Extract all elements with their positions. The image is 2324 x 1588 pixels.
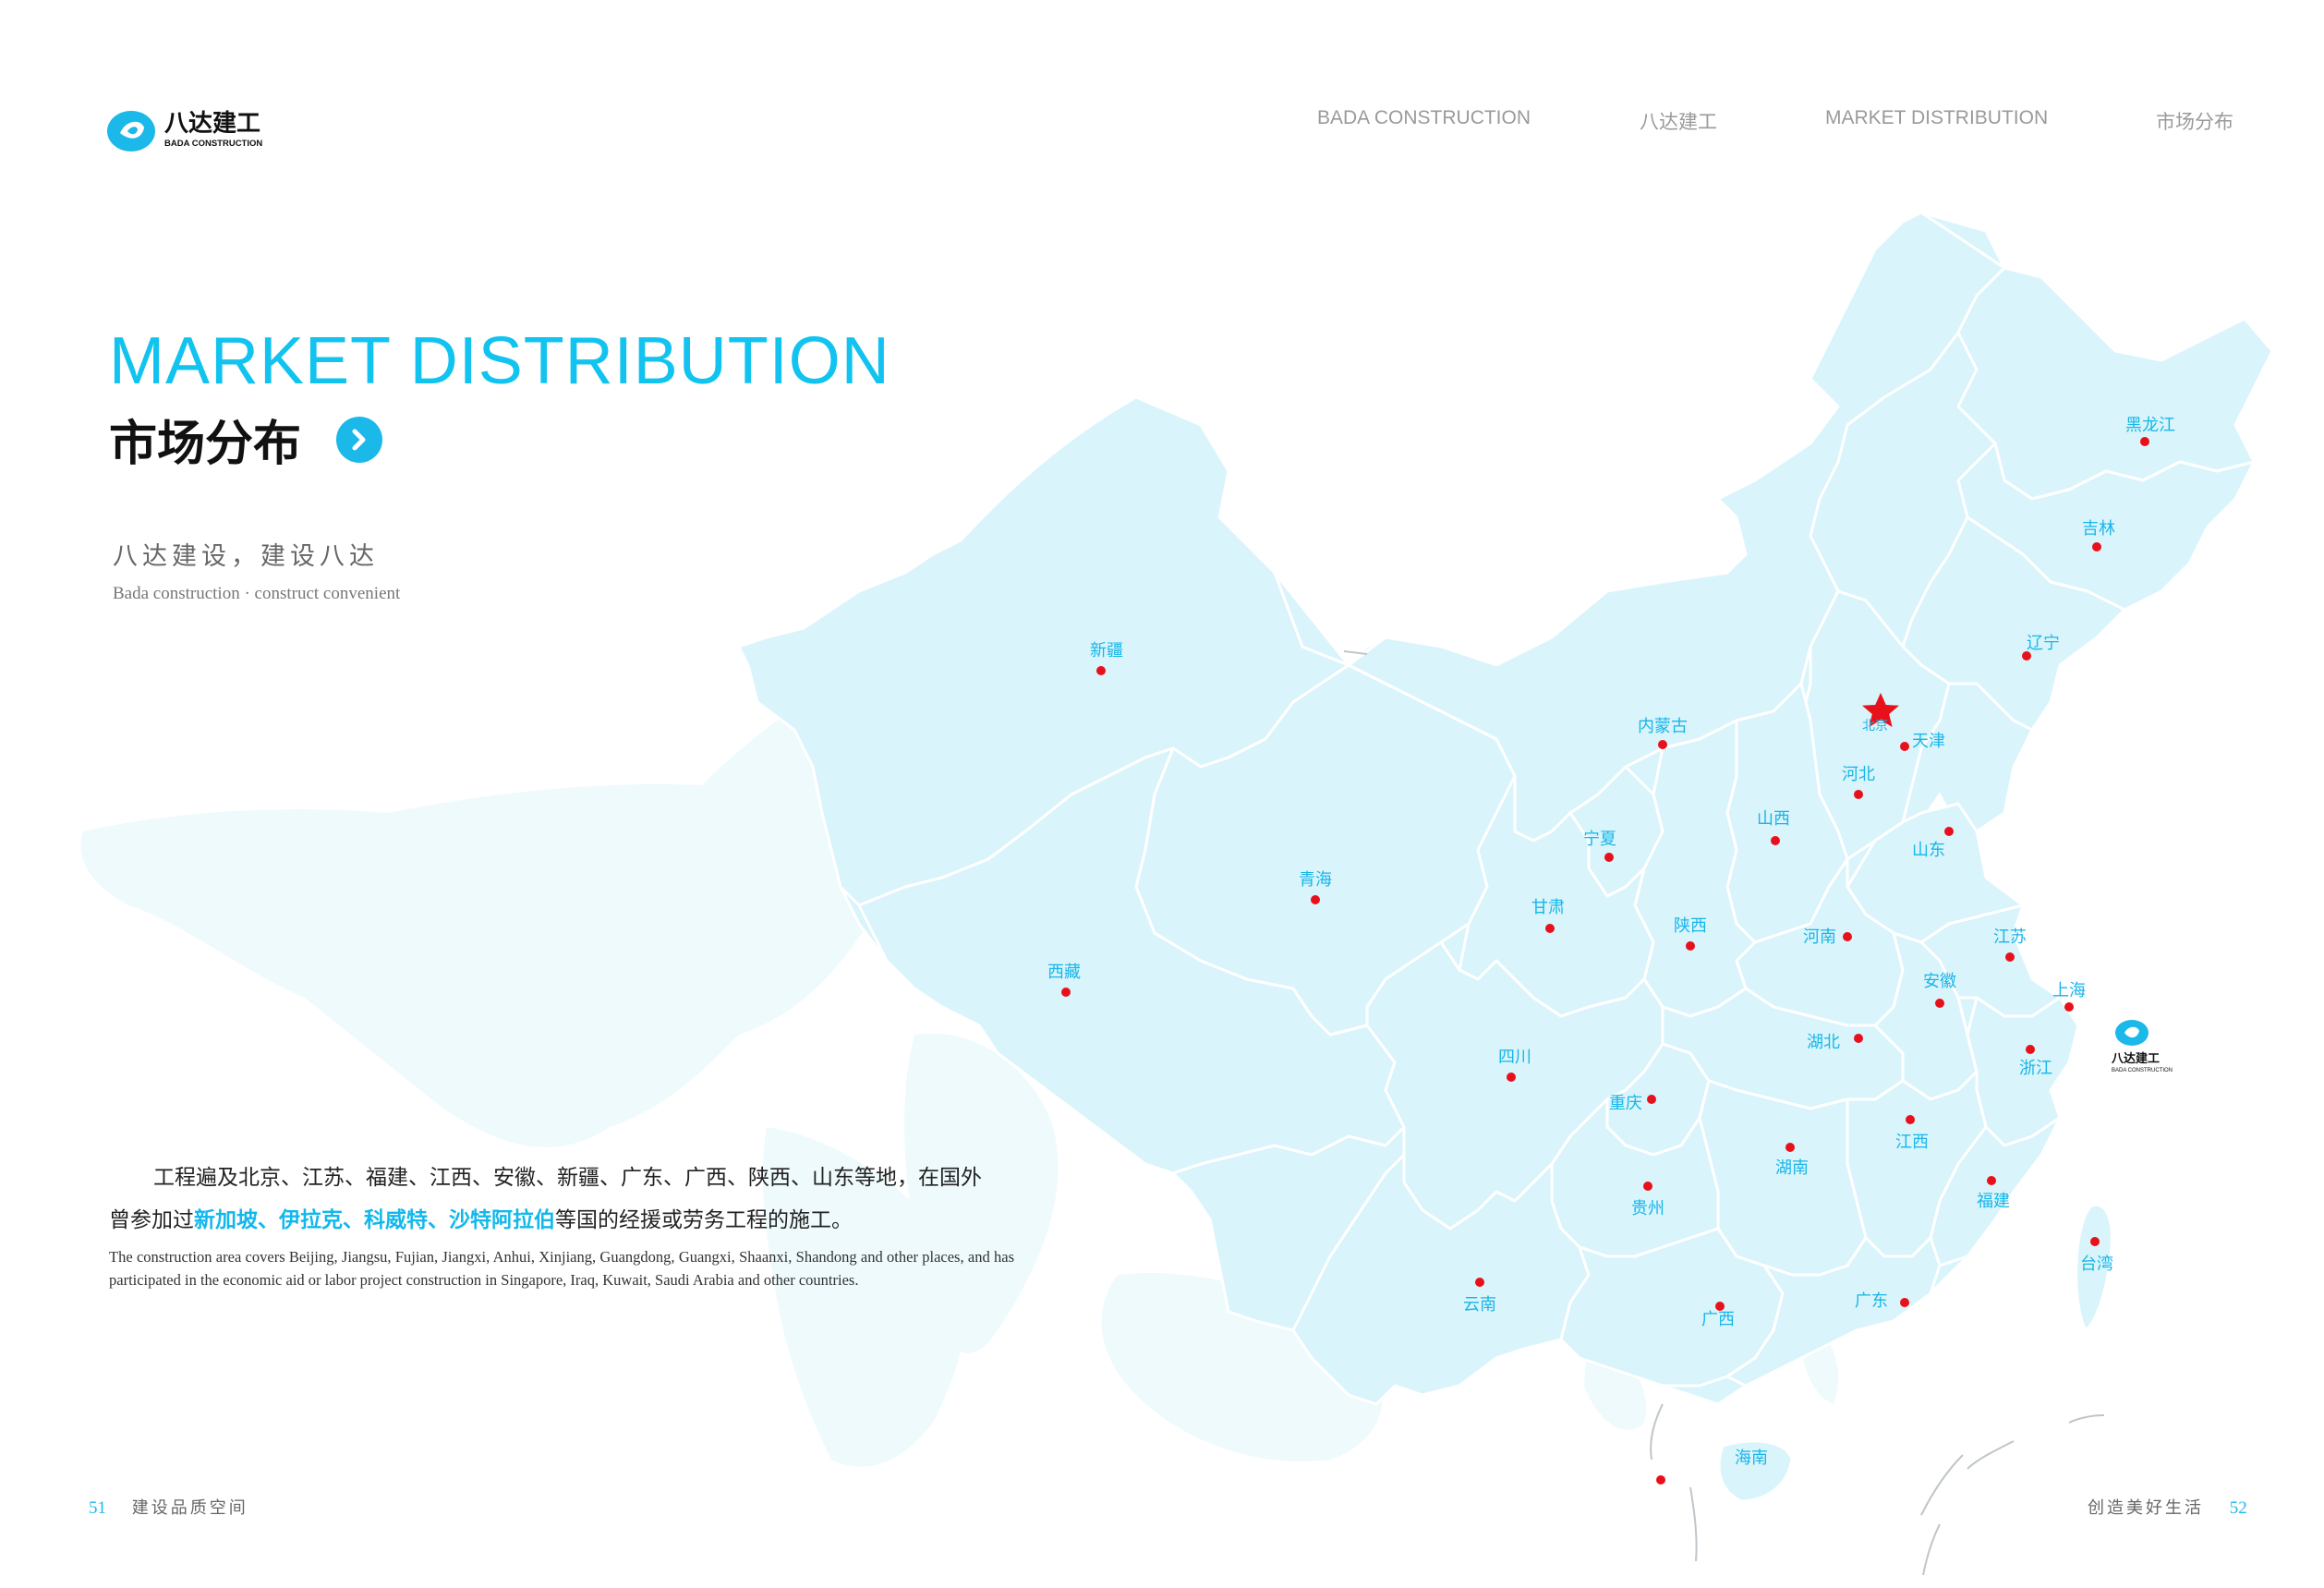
page-number-right: 52 xyxy=(2229,1498,2247,1518)
footer-right-text: 创造美好生活 xyxy=(2088,1498,2204,1518)
nav-market-cn[interactable]: 市场分布 xyxy=(2156,107,2233,135)
province-label: 浙江 xyxy=(2019,1059,2052,1078)
province-label: 海南 xyxy=(1735,1449,1768,1468)
province-label: 内蒙古 xyxy=(1638,717,1688,736)
province-marker-dot xyxy=(1475,1278,1484,1287)
province-marker-dot xyxy=(2026,1045,2035,1054)
province-label: 陕西 xyxy=(1674,916,1707,936)
province-label: 辽宁 xyxy=(2027,634,2060,653)
province-marker-dot xyxy=(1843,932,1852,941)
province-label: 西藏 xyxy=(1047,963,1081,982)
province-marker-dot xyxy=(1643,1182,1652,1191)
footer-left: 51 建设品质空间 xyxy=(89,1495,248,1519)
province-marker-dot xyxy=(1507,1073,1516,1082)
province-marker-dot xyxy=(2140,437,2149,446)
province-label: 湖南 xyxy=(1775,1158,1809,1178)
map-brand-mark: 八达建工 BADA CONSTRUCTION xyxy=(2111,1020,2173,1073)
page-subtitle-row: 市场分布 xyxy=(109,405,383,474)
map-brand-name: 八达建工 xyxy=(2111,1051,2160,1066)
province-label: 山东 xyxy=(1912,841,1945,860)
province-marker-dot xyxy=(1854,1034,1863,1043)
province-label: 江西 xyxy=(1895,1133,1929,1152)
province-label: 湖北 xyxy=(1807,1033,1840,1052)
brand-logo-icon: 八达建工 BADA CONSTRUCTION xyxy=(107,110,262,152)
intro-paragraph-en: The construction area covers Beijing, Ji… xyxy=(109,1248,1014,1289)
province-marker-dot xyxy=(1658,740,1667,749)
intro-countries-highlight: 新加坡、伊拉克、科威特、沙特阿拉伯 xyxy=(194,1208,555,1232)
chevron-right-icon xyxy=(352,429,366,450)
province-label: 贵州 xyxy=(1631,1199,1664,1218)
province-marker-dot xyxy=(1647,1095,1656,1104)
next-button[interactable] xyxy=(336,416,383,463)
province-label: 台湾 xyxy=(2080,1255,2113,1274)
province-label: 山西 xyxy=(1757,809,1790,829)
province-marker-dot xyxy=(1311,895,1320,904)
brand-subname: BADA CONSTRUCTION xyxy=(164,139,262,149)
province-marker-dot xyxy=(1656,1475,1665,1485)
province-label: 广西 xyxy=(1701,1310,1735,1329)
province-marker-dot xyxy=(1061,988,1071,997)
province-label: 黑龙江 xyxy=(2125,416,2175,435)
province-marker-dot xyxy=(2064,1002,2074,1012)
brand-name: 八达建工 xyxy=(164,110,260,138)
province-marker-dot xyxy=(1900,742,1909,751)
china-market-map: 黑龙江吉林辽宁 新疆内蒙古天津河北山西宁夏山东青海甘肃陕西河南 江苏西藏 安徽 上海四川… xyxy=(80,211,2274,1576)
province-marker-dot xyxy=(1944,827,1954,836)
intro-line-2c: 等国的经援或劳务工程的施工。 xyxy=(555,1208,853,1232)
province-label: 青海 xyxy=(1299,870,1332,890)
slogan-en: Bada construction · construct convenient xyxy=(113,584,401,603)
nav-bada-construction[interactable]: BADA CONSTRUCTION xyxy=(1317,107,1531,129)
page-number-left: 51 xyxy=(89,1498,106,1518)
province-label: 广东 xyxy=(1855,1291,1888,1311)
province-label: 重庆 xyxy=(1609,1094,1642,1113)
province-label: 四川 xyxy=(1498,1048,1531,1067)
province-marker-dot xyxy=(2092,542,2101,552)
page-title: MARKET DISTRIBUTION xyxy=(109,324,890,398)
province-label: 福建 xyxy=(1977,1192,2010,1211)
province-marker-dot xyxy=(1545,924,1555,933)
province-marker-dot xyxy=(2005,952,2015,962)
map-brand-subname: BADA CONSTRUCTION xyxy=(2112,1068,2173,1073)
footer-left-text: 建设品质空间 xyxy=(131,1498,248,1518)
province-marker-dot xyxy=(1096,666,1106,675)
province-label: 宁夏 xyxy=(1583,830,1616,849)
province-label: 云南 xyxy=(1463,1295,1496,1315)
province-label: 甘肃 xyxy=(1531,898,1565,917)
capital-label: 北京 xyxy=(1862,719,1888,733)
footer-right: 创造美好生活 52 xyxy=(2088,1495,2247,1519)
slogan-cn: 八达建设，建设八达 xyxy=(113,542,379,571)
province-label: 江苏 xyxy=(1993,927,2027,947)
province-marker-dot xyxy=(1854,790,1863,799)
province-marker-dot xyxy=(1686,941,1695,951)
province-label: 天津 xyxy=(1912,732,1945,751)
page-subtitle: 市场分布 xyxy=(109,417,302,472)
province-label: 新疆 xyxy=(1090,641,1123,661)
province-label: 河南 xyxy=(1803,927,1836,947)
intro-line-1: 工程遍及北京、江苏、福建、江西、安徽、新疆、广东、广西、陕西、山东等地，在国外 xyxy=(153,1166,982,1190)
province-marker-dot xyxy=(1987,1176,1996,1185)
province-marker-dot xyxy=(1604,853,1614,862)
brand-logo[interactable]: 八达建工 BADA CONSTRUCTION xyxy=(107,103,273,155)
province-label: 安徽 xyxy=(1923,972,1956,991)
province-marker-dot xyxy=(1935,999,1944,1008)
province-marker-dot xyxy=(2090,1237,2100,1246)
province-marker-dot xyxy=(1906,1115,1915,1124)
province-marker-dot xyxy=(1900,1298,1909,1307)
province-label: 河北 xyxy=(1842,765,1875,784)
nav-bada-cn[interactable]: 八达建工 xyxy=(1640,107,1717,135)
intro-paragraph-cn: 工程遍及北京、江苏、福建、江西、安徽、新疆、广东、广西、陕西、山东等地，在国外 … xyxy=(109,1157,1014,1242)
province-marker-dot xyxy=(1771,836,1780,845)
province-label: 上海 xyxy=(2052,981,2086,1000)
province-label: 吉林 xyxy=(2082,519,2115,539)
nav-market-distribution[interactable]: MARKET DISTRIBUTION xyxy=(1825,107,2048,129)
province-marker-dot xyxy=(1785,1143,1795,1152)
intro-line-2a: 曾参加过 xyxy=(109,1208,194,1232)
